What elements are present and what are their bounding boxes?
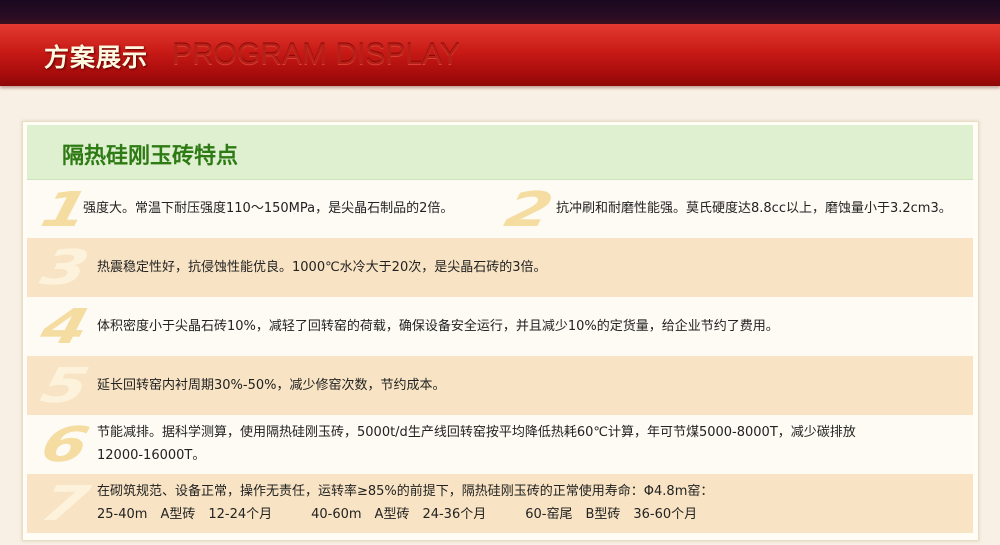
feature-card: 隔热硅刚玉砖特点 1 强度大。常温下耐压强度110～150MPa，是尖晶石制品的… [22, 121, 979, 541]
header-banner: PROGRAM DISPLAY 方案展示 [0, 24, 1000, 86]
banner-title: 方案展示 [44, 43, 149, 72]
feature-row-6: 6 节能减排。据科学测算，使用隔热硅刚玉砖，5000t/d生产线回转窑按平均降低… [27, 415, 973, 474]
feature-text-3: 热震稳定性好，抗侵蚀性能优良。1000℃水冷大于20次，是尖晶石砖的3倍。 [97, 260, 547, 275]
feature-text-6b: 12000-16000T。 [97, 448, 206, 463]
feature-row-4: 4 体积密度小于尖晶石砖10%，减轻了回转窑的荷载，确保设备安全运行，并且减少1… [27, 297, 973, 356]
card-title: 隔热硅刚玉砖特点 [62, 144, 239, 169]
feature-text-5: 延长回转窑内衬周期30%-50%，减少修窑次数，节约成本。 [97, 378, 446, 393]
feature-row-3: 3 热震稳定性好，抗侵蚀性能优良。1000℃水冷大于20次，是尖晶石砖的3倍。 [27, 238, 973, 297]
feature-text-7a: 在砌筑规范、设备正常，操作无责任，运转率≥85%的前提下，隔热硅刚玉砖的正常使用… [97, 484, 714, 499]
feature-text-7b: 25-40m A型砖 12-24个月 40-60m A型砖 24-36个月 60… [97, 507, 698, 522]
feature-row-5: 5 延长回转窑内衬周期30%-50%，减少修窑次数，节约成本。 [27, 356, 973, 415]
feature-text-2: 抗冲刷和耐磨性能强。莫氏硬度达8.8cc以上，磨蚀量小于3.2cm3。 [556, 201, 952, 216]
feature-text-6a: 节能减排。据科学测算，使用隔热硅刚玉砖，5000t/d生产线回转窑按平均降低热耗… [97, 425, 856, 440]
card-title-bar: 隔热硅刚玉砖特点 [27, 125, 973, 180]
feature-row-7: 7 在砌筑规范、设备正常，操作无责任，运转率≥85%的前提下，隔热硅刚玉砖的正常… [27, 474, 973, 533]
feature-text-4: 体积密度小于尖晶石砖10%，减轻了回转窑的荷载，确保设备安全运行，并且减少10%… [97, 319, 779, 334]
top-dark-bar [0, 0, 1000, 24]
feature-row-1: 1 强度大。常温下耐压强度110～150MPa，是尖晶石制品的2倍。 2 抗冲刷… [27, 180, 973, 238]
banner-subtitle: PROGRAM DISPLAY [172, 38, 460, 71]
feature-text-1: 强度大。常温下耐压强度110～150MPa，是尖晶石制品的2倍。 [83, 201, 454, 216]
